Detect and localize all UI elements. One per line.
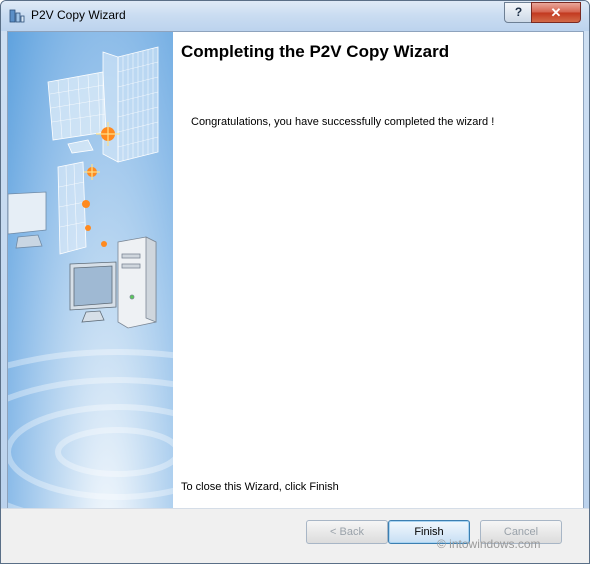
monitor <box>69 261 117 323</box>
wizard-window: P2V Copy Wizard ? ✕ Completing the P2V C… <box>0 0 590 564</box>
watermark: © intowindows.com <box>437 537 541 551</box>
wizard-body: Completing the P2V Copy Wizard Congratul… <box>7 31 584 509</box>
button-bar: < Back Finish Cancel <box>1 508 589 563</box>
monitor-small <box>8 191 47 249</box>
page-title: Completing the P2V Copy Wizard <box>181 42 450 61</box>
wizard-side-image <box>8 32 173 508</box>
wizard-content: Completing the P2V Copy Wizard Congratul… <box>173 32 583 508</box>
app-icon <box>9 8 25 24</box>
completion-message: Congratulations, you have successfully c… <box>191 116 495 128</box>
window-title: P2V Copy Wizard <box>31 8 126 22</box>
network-illustration <box>8 46 173 508</box>
close-instruction: To close this Wizard, click Finish <box>181 481 339 493</box>
back-button[interactable]: < Back <box>306 520 388 544</box>
close-window-button[interactable]: ✕ <box>531 2 581 23</box>
help-button[interactable]: ? <box>504 2 533 23</box>
title-bar[interactable]: P2V Copy Wizard ? ✕ <box>1 1 589 31</box>
pc-tower <box>117 236 157 329</box>
